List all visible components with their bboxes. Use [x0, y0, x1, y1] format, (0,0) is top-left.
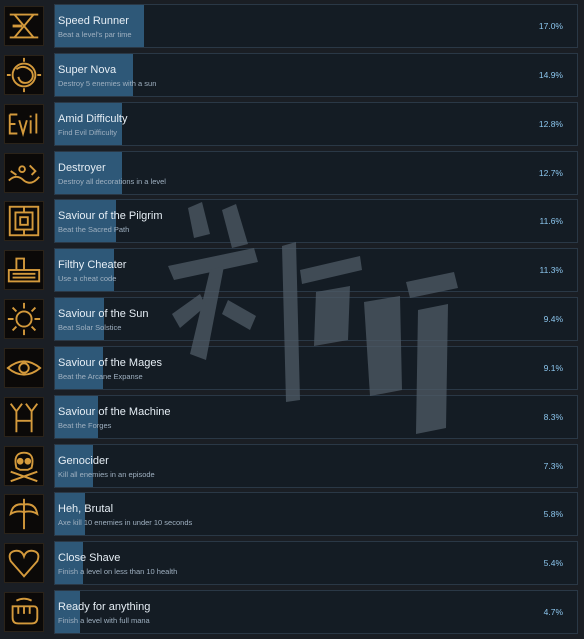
achievement-title: Ready for anything — [58, 601, 151, 614]
achievement-description: Beat a level's par time — [58, 30, 132, 39]
achievement-description: Destroy 5 enemies with a sun — [58, 78, 157, 88]
achievement-percent: 12.8% — [538, 118, 563, 129]
achievement-description: Beat Solar Solstice — [58, 323, 122, 333]
achievement-bar: Super Nova Destroy 5 enemies with a sun … — [54, 52, 578, 97]
achievement-description: Beat the Sacred Path — [58, 225, 130, 235]
achievement-percent: 12.7% — [538, 167, 563, 178]
evil-text-icon — [4, 103, 44, 144]
achievement-row: Filthy Cheater Use a cheat code 11.3% — [0, 248, 584, 293]
achievement-percent: 14.9% — [538, 69, 563, 80]
achievement-title: Speed Runner — [58, 15, 129, 27]
achievement-bar: Genocider Kill all enemies in an episode… — [54, 443, 578, 488]
achievement-bar: Saviour of the Sun Beat Solar Solstice 9… — [54, 297, 578, 342]
achievement-percent: 17.0% — [538, 21, 563, 31]
achievement-percent: 7.3% — [543, 460, 563, 471]
achievement-title: Saviour of the Sun — [58, 308, 149, 321]
achievement-bar: Saviour of the Machine Beat the Forges 8… — [54, 394, 578, 439]
achievement-description: Finish a level with full mana — [58, 616, 150, 626]
axe-icon — [4, 494, 44, 535]
achievement-row: Super Nova Destroy 5 enemies with a sun … — [0, 52, 584, 97]
achievement-title: Amid Difficulty — [58, 112, 128, 125]
achievement-description: Destroy all decorations in a level — [58, 176, 166, 186]
achievement-bar: Amid Difficulty Find Evil Difficulty 12.… — [54, 101, 578, 146]
achievement-list: Speed Runner Beat a level's par time 17.… — [0, 4, 584, 639]
achievement-row: Heh, Brutal Axe kill 10 enemies in under… — [0, 492, 584, 537]
achievement-title: Super Nova — [58, 63, 117, 76]
achievement-bar: Filthy Cheater Use a cheat code 11.3% — [54, 248, 578, 293]
eye-icon — [4, 347, 44, 388]
sun-icon — [4, 299, 44, 340]
achievement-description: Finish a level on less than 10 health — [58, 567, 178, 577]
achievement-row: Saviour of the Pilgrim Beat the Sacred P… — [0, 199, 584, 244]
achievement-row: Saviour of the Sun Beat Solar Solstice 9… — [0, 297, 584, 342]
achievement-title: Heh, Brutal — [58, 503, 114, 516]
achievement-row: Saviour of the Mages Beat the Arcane Exp… — [0, 345, 584, 390]
skull-icon — [4, 445, 44, 486]
achievement-percent: 11.3% — [539, 265, 563, 276]
achievement-bar: Heh, Brutal Axe kill 10 enemies in under… — [54, 492, 578, 537]
achievement-title: Destroyer — [58, 161, 106, 174]
achievement-title: Saviour of the Mages — [58, 356, 162, 369]
achievement-description: Beat the Forges — [58, 420, 112, 430]
achievement-percent: 9.4% — [543, 314, 563, 325]
achievement-percent: 4.7% — [543, 607, 563, 618]
sun-swirl-icon — [4, 54, 44, 95]
achievement-bar: Speed Runner Beat a level's par time 17.… — [54, 4, 578, 48]
keyboard-icon — [4, 250, 44, 291]
achievement-row: Close Shave Finish a level on less than … — [0, 541, 584, 586]
maze-icon — [4, 201, 44, 242]
achievement-row: Destroyer Destroy all decorations in a l… — [0, 150, 584, 195]
achievement-percent: 8.3% — [543, 411, 563, 422]
achievement-bar: Saviour of the Pilgrim Beat the Sacred P… — [54, 199, 578, 244]
achievement-bar: Destroyer Destroy all decorations in a l… — [54, 150, 578, 195]
achievement-bar: Ready for anything Finish a level with f… — [54, 590, 578, 635]
machine-icon — [4, 396, 44, 437]
achievement-title: Close Shave — [58, 552, 121, 565]
achievement-row: Speed Runner Beat a level's par time 17.… — [0, 4, 584, 48]
achievement-description: Use a cheat code — [58, 274, 117, 284]
achievement-description: Kill all enemies in an episode — [58, 469, 155, 479]
achievement-percent: 9.1% — [543, 362, 563, 373]
achievement-title: Saviour of the Machine — [58, 405, 171, 418]
achievement-description: Find Evil Difficulty — [58, 127, 118, 137]
rubble-icon — [4, 152, 44, 193]
achievement-percent: 11.6% — [539, 216, 563, 227]
achievement-title: Genocider — [58, 454, 109, 467]
achievement-row: Amid Difficulty Find Evil Difficulty 12.… — [0, 101, 584, 146]
achievement-row: Saviour of the Machine Beat the Forges 8… — [0, 394, 584, 439]
achievement-row: Ready for anything Finish a level with f… — [0, 590, 584, 635]
achievement-bar: Close Shave Finish a level on less than … — [54, 541, 578, 586]
fist-icon — [4, 592, 44, 633]
achievement-title: Saviour of the Pilgrim — [58, 210, 163, 223]
heart-icon — [4, 543, 44, 584]
achievement-description: Beat the Arcane Expanse — [58, 371, 143, 381]
achievement-title: Filthy Cheater — [58, 259, 127, 272]
achievement-percent: 5.4% — [543, 558, 563, 569]
achievement-percent: 5.8% — [543, 509, 563, 520]
achievement-description: Axe kill 10 enemies in under 10 seconds — [58, 518, 193, 528]
achievement-bar: Saviour of the Mages Beat the Arcane Exp… — [54, 345, 578, 390]
achievement-row: Genocider Kill all enemies in an episode… — [0, 443, 584, 488]
hourglass-icon — [4, 6, 44, 46]
